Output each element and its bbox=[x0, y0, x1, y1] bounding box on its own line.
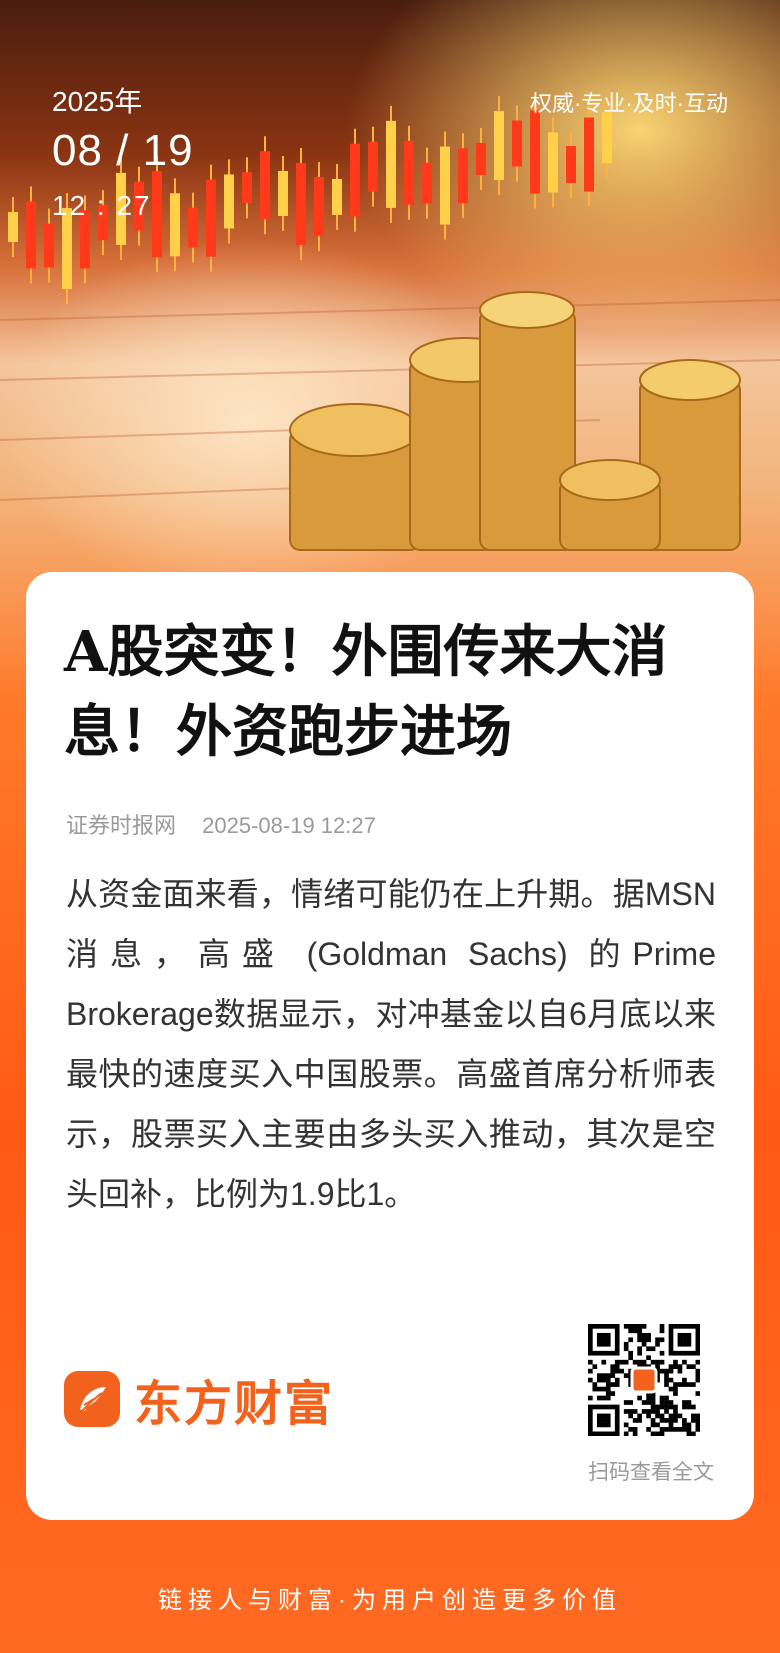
article-source: 证券时报网 bbox=[66, 813, 177, 838]
brand-name: 东方财富 bbox=[134, 1376, 335, 1432]
tagline: 权威·专业·及时·互动 bbox=[530, 91, 728, 116]
feather-swoosh-icon bbox=[64, 1371, 120, 1427]
qr-caption: 扫码查看全文 bbox=[588, 1461, 714, 1484]
date-year: 2025年 bbox=[52, 86, 143, 117]
date-month-day: 08 / 19 bbox=[52, 126, 194, 175]
article-title: A股突变！外围传来大消息！外资跑步进场 bbox=[64, 619, 668, 765]
article-body: 从资金面来看，情绪可能仍在上升期。据MSN消息，高盛 (Goldman Sach… bbox=[66, 876, 716, 1212]
article-meta: 证券时报网 2025-08-19 12:27 bbox=[66, 808, 376, 840]
article-card[interactable]: A股突变！外围传来大消息！外资跑步进场 证券时报网 2025-08-19 12:… bbox=[26, 572, 754, 1520]
qr-code[interactable] bbox=[588, 1324, 701, 1437]
date-time: 12 : 27 bbox=[52, 190, 152, 221]
footer-slogan: 链接人与财富·为用户创造更多价值 bbox=[158, 1587, 622, 1614]
brand-logo-group: 东方财富 bbox=[64, 1364, 334, 1434]
article-datetime: 2025-08-19 12:27 bbox=[202, 813, 376, 838]
